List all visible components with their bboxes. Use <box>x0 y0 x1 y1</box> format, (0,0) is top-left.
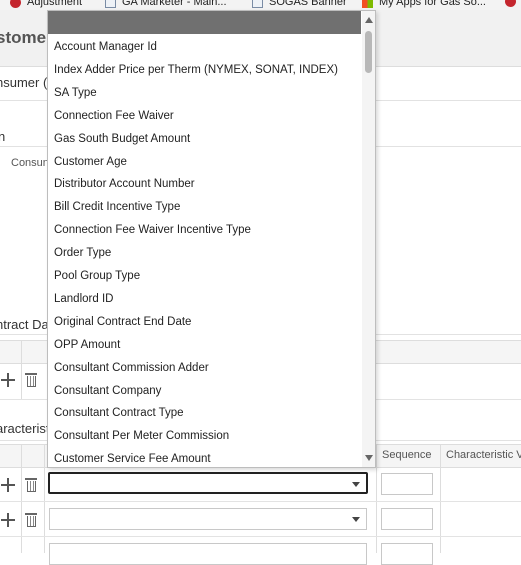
dropdown-option[interactable]: Gas South Budget Amount <box>54 129 190 149</box>
scrollbar-thumb[interactable] <box>365 31 372 73</box>
page-icon <box>105 0 116 8</box>
consumer-field-label: Consun <box>11 157 49 169</box>
dropdown-option[interactable]: Customer Service Fee Amount <box>54 449 211 467</box>
characteristics-grid-row <box>0 502 521 537</box>
characteristic-type-select[interactable] <box>49 543 367 565</box>
dropdown-option[interactable]: Consultant Per Meter Commission <box>54 426 229 446</box>
dropdown-option[interactable]: Connection Fee Waiver Incentive Type <box>54 220 251 240</box>
scroll-down-arrow-icon[interactable] <box>365 455 373 461</box>
dropdown-option[interactable]: Distributor Account Number <box>54 174 195 194</box>
page-icon <box>252 0 263 8</box>
scroll-up-arrow-icon[interactable] <box>365 17 373 23</box>
oracle-icon <box>505 0 516 7</box>
dropdown-scrollbar[interactable] <box>362 11 375 467</box>
add-row-button[interactable] <box>0 371 17 389</box>
dropdown-option[interactable]: Pool Group Type <box>54 266 140 286</box>
bookmarks-bar: Adjustment GA Marketer - Main... SOGAS B… <box>0 0 521 10</box>
dropdown-option[interactable]: Account Manager Id <box>54 37 157 57</box>
characteristic-type-select[interactable] <box>49 508 367 530</box>
bookmark-my-apps[interactable]: My Apps for Gas So... <box>362 0 486 8</box>
characteristics-grid-row <box>0 537 521 565</box>
dropdown-option[interactable]: Consultant Company <box>54 381 161 401</box>
section-characteristics-heading: aracterist <box>0 421 50 436</box>
delete-row-button[interactable] <box>22 511 40 529</box>
dropdown-option[interactable]: Bill Credit Incentive Type <box>54 197 180 217</box>
bookmark-sogas-banner[interactable]: SOGAS Banner <box>252 0 347 8</box>
dropdown-option[interactable]: Order Type <box>54 243 111 263</box>
characteristics-grid-row <box>0 467 521 502</box>
dropdown-option[interactable]: Original Contract End Date <box>54 312 191 332</box>
sequence-input[interactable] <box>381 508 433 530</box>
sequence-input[interactable] <box>381 473 433 495</box>
bookmark-label: SOGAS Banner <box>269 0 347 8</box>
column-header-characteristic-value[interactable]: Characteristic V <box>446 449 521 461</box>
bookmark-ga-marketer[interactable]: GA Marketer - Main... <box>105 0 227 8</box>
section-contract-heading: ntract Da <box>0 317 49 332</box>
dropdown-option[interactable]: Index Adder Price per Therm (NYMEX, SONA… <box>54 60 338 80</box>
bookmark-label: Adjustment <box>27 0 83 8</box>
microsoft-icon <box>362 0 373 8</box>
bookmark-label: GA Marketer - Main... <box>122 0 227 8</box>
chevron-down-icon <box>352 517 360 522</box>
section-consumer-heading: nsumer ( <box>0 75 48 90</box>
add-row-button[interactable] <box>0 476 17 494</box>
sequence-input[interactable] <box>381 543 433 565</box>
bookmark-label: My Apps for Gas So... <box>379 0 486 8</box>
dropdown-option[interactable]: OPP Amount <box>54 335 120 355</box>
delete-row-button[interactable] <box>22 371 40 389</box>
page-title: stome <box>0 28 47 47</box>
delete-row-button[interactable] <box>22 476 40 494</box>
dropdown-option[interactable]: Connection Fee Waiver <box>54 106 174 126</box>
dropdown-selected-blank-option[interactable] <box>48 11 361 34</box>
dropdown-option[interactable]: Customer Age <box>54 152 127 172</box>
dropdown-option[interactable]: Consultant Commission Adder <box>54 358 209 378</box>
section-main-heading: n <box>0 129 6 144</box>
add-row-button[interactable] <box>0 511 17 529</box>
characteristic-type-dropdown-list[interactable]: Account Manager Id Index Adder Price per … <box>47 10 376 468</box>
bookmark-adjustment[interactable]: Adjustment <box>10 0 82 8</box>
trash-icon <box>25 513 37 515</box>
trash-icon <box>25 373 37 375</box>
dropdown-option[interactable]: SA Type <box>54 83 97 103</box>
column-header-sequence[interactable]: Sequence <box>382 449 432 461</box>
chevron-down-icon <box>352 482 360 487</box>
dropdown-option[interactable]: Landlord ID <box>54 289 113 309</box>
dropdown-option[interactable]: Consultant Contract Type <box>54 403 184 423</box>
characteristic-type-select[interactable] <box>48 472 368 494</box>
bookmark-oracle[interactable] <box>505 0 521 7</box>
oracle-icon <box>10 0 21 8</box>
trash-icon <box>25 478 37 480</box>
